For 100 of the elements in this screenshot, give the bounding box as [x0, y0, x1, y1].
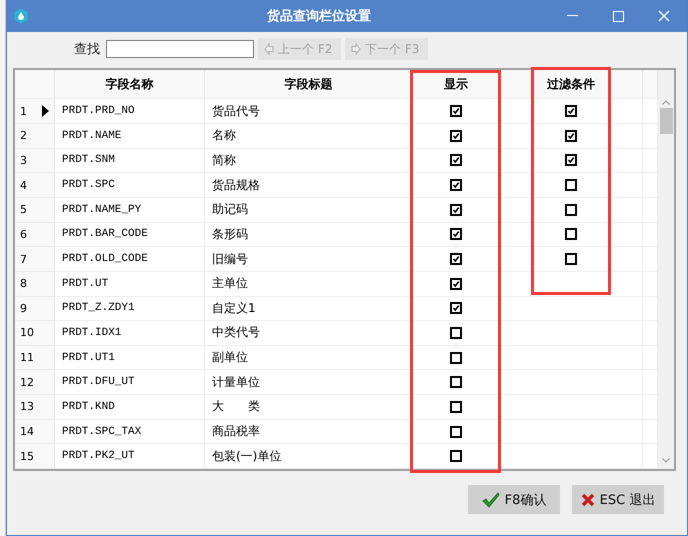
checkbox[interactable] [565, 179, 577, 192]
search-field[interactable] [106, 40, 254, 58]
row-header[interactable]: 8 [15, 272, 55, 296]
cross-icon [580, 492, 595, 506]
table-cell: PRDT.IDX1 [55, 321, 205, 345]
table-cell: 商品税率 [205, 420, 413, 444]
exit-button[interactable]: ESC 退出 [572, 485, 664, 514]
table-row[interactable]: 1 PRDT.PRD_NO 货品代号 [15, 99, 658, 124]
checkbox[interactable] [450, 426, 462, 438]
row-number: 11 [20, 351, 34, 364]
table-row[interactable]: 13 PRDT.KND 大 类 [15, 395, 658, 420]
table-row[interactable]: 14 PRDT.SPC_TAX 商品税率 [15, 420, 658, 444]
row-header[interactable]: 14 [15, 420, 55, 444]
right-arrow-icon [351, 43, 361, 55]
row-number: 5 [20, 203, 27, 216]
table-cell: PRDT.BAR_CODE [55, 222, 205, 246]
scroll-thumb[interactable] [660, 108, 672, 134]
maximize-icon [612, 10, 624, 22]
table-cell: 货品代号 [205, 99, 413, 124]
table-cell: 大 类 [205, 395, 413, 419]
row-header[interactable]: 9 [15, 296, 55, 320]
confirm-button[interactable]: F8确认 [468, 485, 560, 514]
checkbox[interactable] [450, 326, 462, 339]
row-header[interactable]: 5 [15, 198, 55, 222]
row-number: 2 [20, 129, 27, 142]
checkbox[interactable] [565, 130, 577, 142]
checkbox[interactable] [450, 179, 462, 192]
table-cell: 副单位 [205, 346, 413, 370]
row-number: 13 [20, 400, 34, 414]
checkbox[interactable] [565, 228, 577, 240]
table-cell: 旧编号 [205, 247, 413, 271]
table-cell: PRDT.NAME_PY [55, 198, 205, 222]
table-row[interactable]: 12 PRDT.DFU_UT 计量单位 [15, 370, 658, 396]
table-row[interactable]: 10 PRDT.IDX1 中类代号 [15, 321, 658, 346]
row-header[interactable]: 12 [15, 370, 55, 394]
table-row[interactable]: 7 PRDT.OLD_CODE 旧编号 [15, 247, 658, 272]
row-number: 7 [20, 252, 27, 266]
checkbox[interactable] [565, 154, 577, 166]
row-header[interactable]: 4 [15, 173, 55, 197]
checkbox[interactable] [450, 302, 462, 314]
row-header[interactable]: 11 [15, 346, 55, 370]
table-cell: PRDT.SPC_TAX [55, 420, 205, 444]
table-cell: 货品规格 [205, 173, 413, 197]
table-cell: 主单位 [205, 272, 413, 296]
column-header[interactable]: 字段标题 [205, 70, 413, 98]
row-header[interactable]: 15 [15, 444, 55, 468]
column-header[interactable]: 字段名称 [55, 70, 205, 98]
table-row[interactable]: 6 PRDT.BAR_CODE 条形码 [15, 222, 658, 248]
checkbox[interactable] [450, 376, 462, 388]
row-number: 9 [20, 302, 27, 315]
row-number: 15 [20, 450, 34, 463]
table-row[interactable]: 8 PRDT.UT 主单位 [15, 272, 658, 296]
table-cell: PRDT.OLD_CODE [55, 247, 205, 271]
checkbox[interactable] [450, 228, 462, 240]
scrollbar[interactable] [658, 70, 674, 469]
row-number: 3 [20, 154, 27, 167]
table-cell: PRDT.DFU_UT [55, 370, 205, 394]
checkbox[interactable] [450, 352, 462, 364]
table-cell: PRDT.PK2_UT [55, 444, 205, 468]
table-cell: PRDT.SPC [55, 173, 205, 197]
row-header[interactable]: 13 [15, 395, 55, 419]
table-cell: 简称 [205, 148, 413, 172]
table-cell: PRDT.UT1 [55, 346, 205, 370]
checkbox[interactable] [450, 130, 462, 142]
row-header[interactable]: 2 [15, 124, 55, 148]
checkbox[interactable] [450, 253, 462, 266]
table-cell: PRDT.SNM [55, 148, 205, 172]
table-cell: PRDT.NAME [55, 124, 205, 148]
table-row[interactable]: 5 PRDT.NAME_PY 助记码 [15, 198, 658, 223]
checkbox[interactable] [450, 278, 462, 290]
table-row[interactable]: 4 PRDT.SPC 货品规格 [15, 173, 658, 198]
table-cell: 助记码 [205, 198, 413, 222]
row-header[interactable]: 6 [15, 222, 55, 246]
row-number: 8 [20, 277, 27, 290]
row-header[interactable]: 7 [15, 247, 55, 271]
row-header[interactable]: 3 [15, 148, 55, 172]
table-cell: 中类代号 [205, 321, 413, 345]
table-row[interactable]: 2 PRDT.NAME 名称 [15, 124, 658, 149]
table-cell: 名称 [205, 124, 413, 148]
checkbox[interactable] [450, 400, 462, 413]
column-header[interactable]: 过滤条件 [500, 70, 643, 98]
table-row[interactable]: 15 PRDT.PK2_UT 包装(一)单位 [15, 444, 658, 469]
checkbox[interactable] [450, 204, 462, 216]
checkbox[interactable] [450, 154, 462, 166]
table-row[interactable]: 9 PRDT_Z.ZDY1 自定义1 [15, 296, 658, 322]
row-number: 6 [20, 228, 27, 241]
table-row[interactable]: 3 PRDT.SNM 简称 [15, 148, 658, 174]
row-header[interactable]: 10 [15, 321, 55, 345]
checkbox[interactable] [565, 253, 577, 266]
table-row[interactable]: 11 PRDT.UT1 副单位 [15, 346, 658, 370]
table-cell: 计量单位 [205, 370, 413, 394]
close-icon [658, 10, 670, 22]
checkbox[interactable] [565, 105, 577, 118]
current-row-icon [42, 105, 49, 118]
checkbox[interactable] [450, 450, 462, 462]
checkbox[interactable] [450, 105, 462, 118]
row-header[interactable]: 1 [15, 99, 55, 124]
table-cell: PRDT_Z.ZDY1 [55, 296, 205, 320]
checkbox[interactable] [565, 204, 577, 216]
checkmark-icon [482, 492, 500, 508]
